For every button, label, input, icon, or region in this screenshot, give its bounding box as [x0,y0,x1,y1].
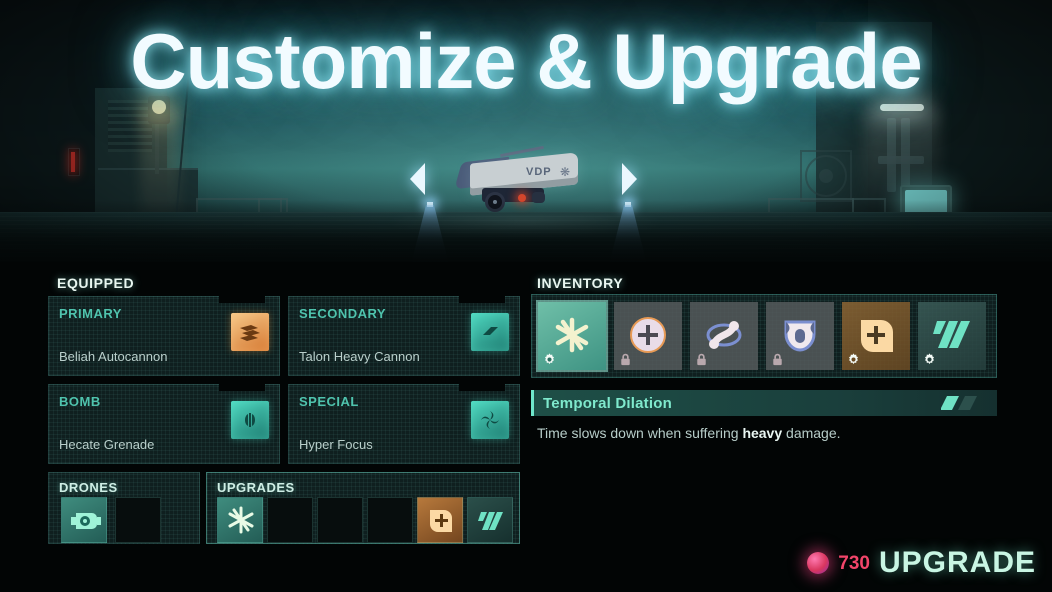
orb-icon [807,552,830,574]
grenade-icon [231,401,269,439]
equipped-slot-special[interactable]: SPECIAL Hyper Focus [288,384,520,464]
inventory-item-5[interactable] [842,302,910,370]
equipped-slot-primary[interactable]: PRIMARY Beliah Autocannon [48,296,280,376]
card-notch [459,384,505,391]
starburst-icon [228,506,254,534]
upgrades-panel: UPGRADES [206,472,520,544]
slashes-icon [478,512,503,530]
slot-item-name: Hyper Focus [299,437,373,452]
desc-part-2: damage. [782,425,841,441]
card-notch [459,296,505,303]
cannon-icon [471,313,509,351]
upgrade-cell-2[interactable] [267,497,313,543]
upgrade-button[interactable]: 730 UPGRADE [807,548,1036,578]
slot-item-name: Hecate Grenade [59,437,155,452]
gear-icon [925,353,934,365]
gear-icon [849,353,858,365]
desc-emphasis: heavy [742,425,783,441]
slot-type-label: BOMB [59,394,101,409]
drones-panel: DRONES [48,472,200,544]
item-detail-header: Temporal Dilation [531,390,997,416]
upgrade-cell-5[interactable] [417,497,463,543]
upgrade-cell-6[interactable] [467,497,513,543]
upgrades-label: UPGRADES [217,480,295,495]
autocannon-icon [231,313,269,351]
slot-item-name: Beliah Autocannon [59,349,168,364]
drone-icon [71,513,101,529]
equipped-slot-bomb[interactable]: BOMB Hecate Grenade [48,384,280,464]
card-notch [219,296,265,303]
slot-item-name: Talon Heavy Cannon [299,349,420,364]
spiral-icon [471,401,509,439]
equipped-slot-secondary[interactable]: SECONDARY Talon Heavy Cannon [288,296,520,376]
drones-label: DRONES [59,480,118,495]
drone-cell-1[interactable] [61,497,107,543]
slot-type-label: PRIMARY [59,306,122,321]
upgrade-cell-4[interactable] [367,497,413,543]
inventory-panel [531,294,997,378]
customization-panel: EQUIPPED INVENTORY PRIMARY Beliah Autoca… [0,262,1052,592]
item-detail-name: Temporal Dilation [543,394,672,412]
lock-icon [697,353,706,366]
inventory-item-2[interactable] [614,302,682,370]
equipped-section-label: EQUIPPED [57,275,135,291]
upgrade-cell-3[interactable] [317,497,363,543]
item-detail-description: Time slows down when suffering heavy dam… [537,426,841,440]
plus-square-icon [430,510,452,532]
page-title: Customize & Upgrade [130,17,922,105]
lock-icon [621,353,630,366]
desc-part-1: Time slows down when suffering [537,425,743,441]
inventory-item-4[interactable] [766,302,834,370]
game-screen: VDP ❋ Customize & Upgrade EQUIPPED INVEN… [0,0,1052,592]
drone-cell-2[interactable] [115,497,161,543]
upgrade-label: UPGRADE [878,546,1036,579]
slashes-icon [941,396,977,410]
inventory-item-6[interactable] [918,302,986,370]
currency-amount: 730 [838,552,870,574]
slot-type-label: SECONDARY [299,306,387,321]
inventory-item-1[interactable] [538,302,606,370]
card-notch [219,384,265,391]
lock-icon [773,353,782,366]
slot-type-label: SPECIAL [299,394,359,409]
gear-icon [545,353,554,365]
inventory-item-3[interactable] [690,302,758,370]
upgrade-cell-1[interactable] [217,497,263,543]
inventory-section-label: INVENTORY [537,275,624,291]
